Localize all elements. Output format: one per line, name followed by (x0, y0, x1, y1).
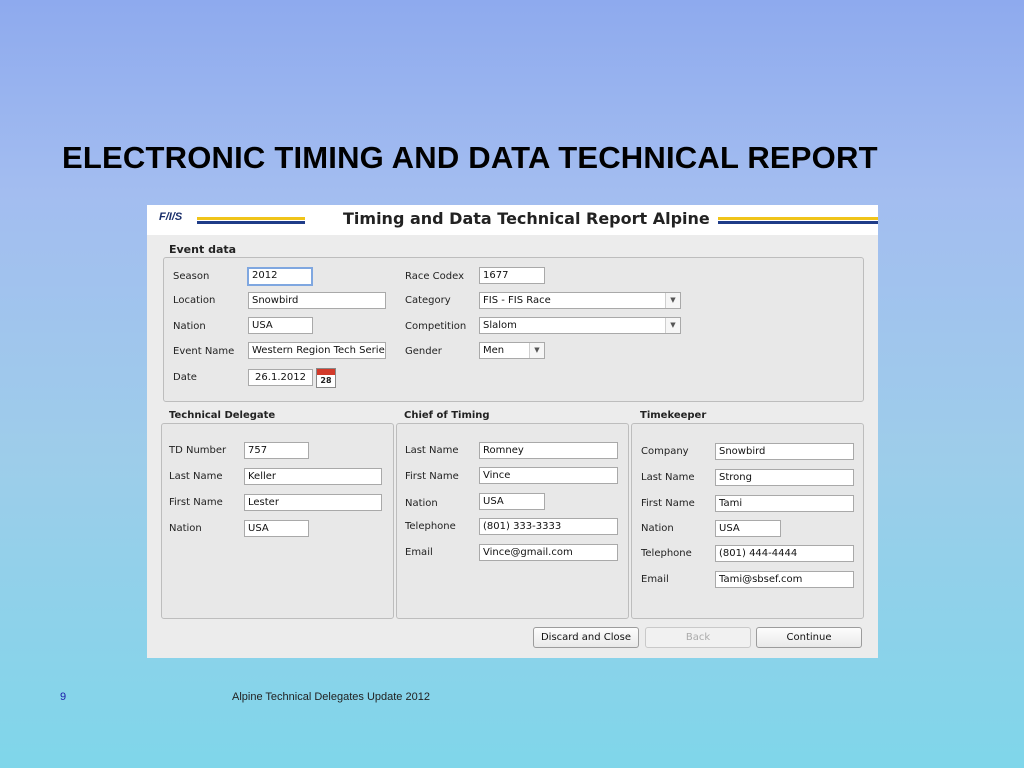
fis-logo: F/I/S (159, 211, 183, 223)
timekeeper-title: Timekeeper (640, 410, 707, 421)
header-stripe-blue-left (197, 221, 305, 224)
chief-telephone-input[interactable]: (801) 333-3333 (479, 518, 618, 535)
race-codex-input[interactable]: 1677 (479, 267, 545, 284)
tk-telephone-input[interactable]: (801) 444-4444 (715, 545, 854, 562)
location-input[interactable]: Snowbird (248, 292, 386, 309)
td-first-name-input[interactable]: Lester (244, 494, 382, 511)
event-name-input[interactable]: Western Region Tech Series (248, 342, 386, 359)
chief-email-label: Email (405, 547, 433, 558)
season-input[interactable]: 2012 (247, 267, 313, 286)
chief-last-name-label: Last Name (405, 445, 459, 456)
gender-label: Gender (405, 346, 442, 357)
tk-telephone-label: Telephone (641, 548, 692, 559)
season-label: Season (173, 271, 210, 282)
date-label: Date (173, 372, 197, 383)
td-number-input[interactable]: 757 (244, 442, 309, 459)
tk-last-name-label: Last Name (641, 472, 695, 483)
continue-button[interactable]: Continue (756, 627, 862, 648)
category-select[interactable]: FIS - FIS Race ▼ (479, 292, 681, 309)
tk-first-name-input[interactable]: Tami (715, 495, 854, 512)
location-label: Location (173, 295, 216, 306)
event-name-label: Event Name (173, 346, 235, 357)
slide-number: 9 (60, 691, 67, 703)
back-button[interactable]: Back (645, 627, 751, 648)
chief-first-name-label: First Name (405, 471, 459, 482)
td-last-name-input[interactable]: Keller (244, 468, 382, 485)
slide-footer: Alpine Technical Delegates Update 2012 (232, 691, 430, 703)
td-nation-input[interactable]: USA (244, 520, 309, 537)
tk-company-label: Company (641, 446, 689, 457)
date-input[interactable]: 26.1.2012 (248, 369, 313, 386)
event-data-title: Event data (169, 243, 237, 256)
chief-last-name-input[interactable]: Romney (479, 442, 618, 459)
chief-telephone-label: Telephone (405, 521, 456, 532)
header-stripe-blue-right (718, 221, 878, 224)
chevron-down-icon: ▼ (529, 343, 544, 358)
gender-select[interactable]: Men ▼ (479, 342, 545, 359)
dialog-header: F/I/S Timing and Data Technical Report A… (147, 205, 878, 235)
calendar-icon[interactable]: 28 (316, 368, 336, 388)
chief-email-input[interactable]: Vince@gmail.com (479, 544, 618, 561)
gender-value: Men (483, 345, 505, 356)
dialog-title: Timing and Data Technical Report Alpine (343, 209, 710, 228)
chevron-down-icon: ▼ (665, 318, 680, 333)
calendar-day: 28 (320, 376, 332, 385)
tk-email-input[interactable]: Tami@sbsef.com (715, 571, 854, 588)
category-label: Category (405, 295, 451, 306)
tk-nation-label: Nation (641, 523, 674, 534)
header-stripe-yellow-left (197, 217, 305, 220)
td-first-name-label: First Name (169, 497, 223, 508)
competition-value: Slalom (483, 320, 517, 331)
competition-select[interactable]: Slalom ▼ (479, 317, 681, 334)
report-dialog: F/I/S Timing and Data Technical Report A… (147, 205, 878, 658)
technical-delegate-title: Technical Delegate (169, 410, 276, 421)
chief-nation-label: Nation (405, 498, 438, 509)
race-codex-label: Race Codex (405, 271, 465, 282)
tk-last-name-input[interactable]: Strong (715, 469, 854, 486)
discard-and-close-button[interactable]: Discard and Close (533, 627, 639, 648)
tk-email-label: Email (641, 574, 669, 585)
tk-first-name-label: First Name (641, 498, 695, 509)
header-stripe-yellow-right (718, 217, 878, 220)
chief-of-timing-title: Chief of Timing (404, 410, 490, 421)
category-value: FIS - FIS Race (483, 295, 551, 306)
td-number-label: TD Number (169, 445, 227, 456)
chief-nation-input[interactable]: USA (479, 493, 545, 510)
slide-title: ELECTRONIC TIMING AND DATA TECHNICAL REP… (62, 140, 878, 175)
chevron-down-icon: ▼ (665, 293, 680, 308)
nation-label: Nation (173, 321, 206, 332)
chief-first-name-input[interactable]: Vince (479, 467, 618, 484)
td-nation-label: Nation (169, 523, 202, 534)
nation-input[interactable]: USA (248, 317, 313, 334)
td-last-name-label: Last Name (169, 471, 223, 482)
tk-company-input[interactable]: Snowbird (715, 443, 854, 460)
competition-label: Competition (405, 321, 467, 332)
tk-nation-input[interactable]: USA (715, 520, 781, 537)
